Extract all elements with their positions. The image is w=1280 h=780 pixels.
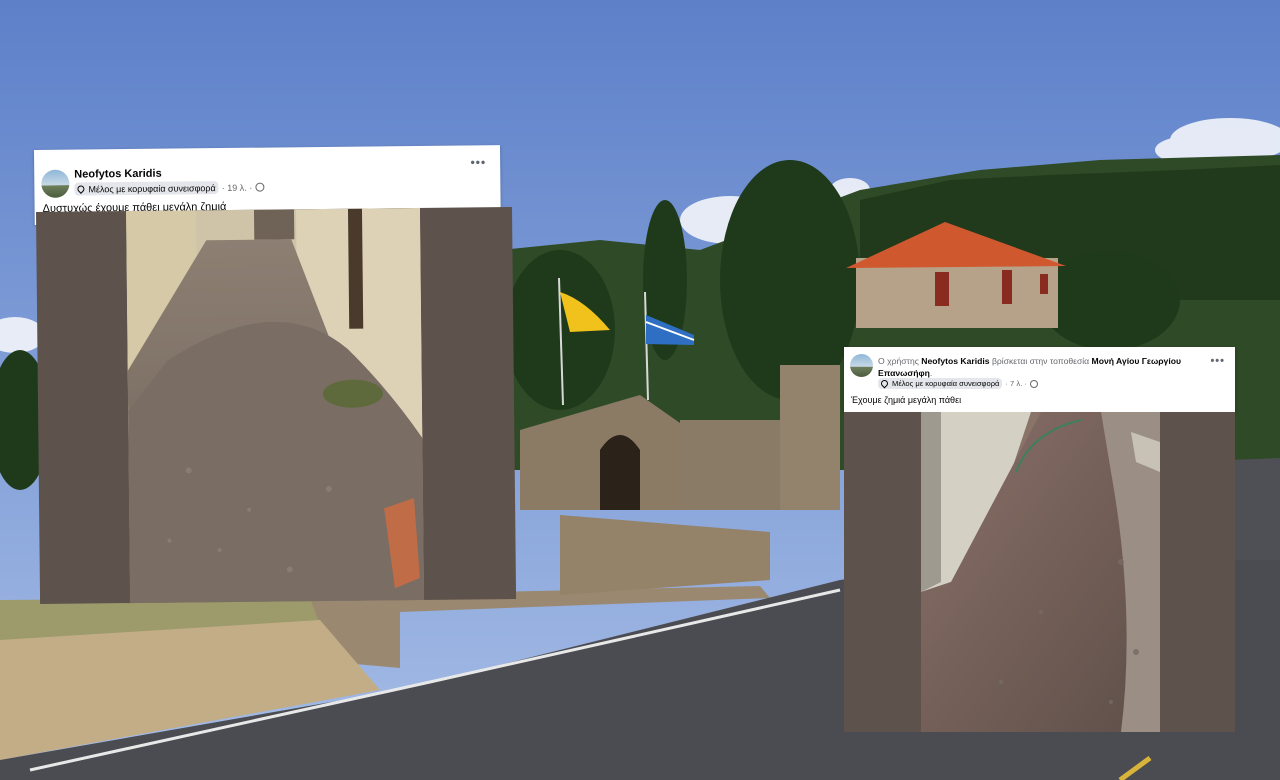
more-options-icon[interactable]: •••: [470, 155, 486, 169]
mud-path-photo: [921, 412, 1160, 732]
location-prefix: βρίσκεται στην τοποθεσία: [991, 356, 1090, 366]
top-contributor-badge[interactable]: Μέλος με κορυφαία συνεισφορά: [878, 378, 1003, 389]
header-prefix: Ο χρήστης: [878, 356, 919, 366]
facebook-post-2: Ο χρήστης Neofytos Karidis βρίσκεται στη…: [844, 347, 1235, 413]
post-2-photo-frame[interactable]: [844, 412, 1235, 732]
location-pin-icon: [879, 378, 890, 389]
post-header-line: Ο χρήστης Neofytos Karidis βρίσκεται στη…: [878, 355, 1208, 379]
header-dot: .: [929, 368, 933, 378]
avatar[interactable]: [41, 169, 70, 198]
post-text: Έχουμε ζημιά μεγάλη πάθει: [851, 395, 962, 405]
badge-label: Μέλος με κορυφαία συνεισφορά: [88, 182, 216, 194]
badge-label: Μέλος με κορυφαία συνεισφορά: [892, 379, 1000, 388]
more-options-icon[interactable]: •••: [1210, 355, 1225, 367]
post-1-photo-frame[interactable]: [36, 207, 517, 604]
road-right: [1230, 458, 1280, 560]
top-contributor-badge[interactable]: Μέλος με κορυφαία συνεισφορά: [74, 181, 219, 196]
post-meta: Μέλος με κορυφαία συνεισφορά · 7 λ. ·: [878, 378, 1038, 389]
globe-icon: [255, 182, 265, 192]
location-pin-icon: [75, 184, 86, 194]
post-time[interactable]: · 19 λ. ·: [222, 182, 253, 192]
avatar[interactable]: [850, 354, 873, 377]
post-author[interactable]: Neofytos Karidis: [921, 356, 989, 366]
globe-icon: [1029, 379, 1038, 388]
post-time[interactable]: · 7 λ. ·: [1005, 379, 1027, 388]
post-meta: Μέλος με κορυφαία συνεισφορά · 19 λ. ·: [74, 181, 265, 196]
mud-alley-photo: [125, 207, 425, 604]
post-author[interactable]: Neofytos Karidis: [74, 168, 162, 181]
